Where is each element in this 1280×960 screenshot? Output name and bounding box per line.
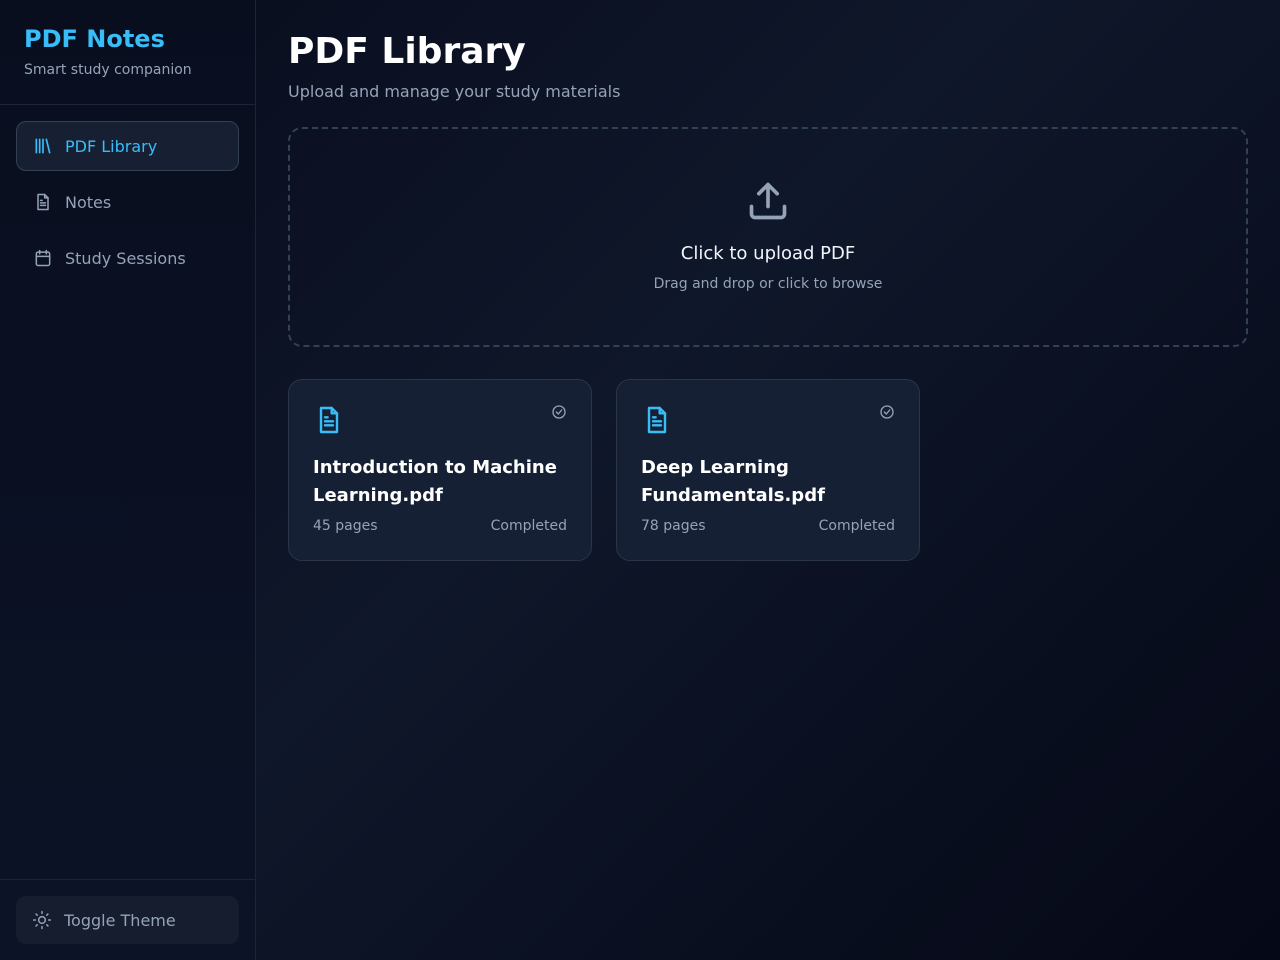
sidebar-item-label: Study Sessions bbox=[65, 248, 186, 268]
brand-title: PDF Notes bbox=[24, 25, 165, 53]
calendar-icon bbox=[33, 248, 53, 268]
sidebar-item-pdf-library[interactable]: PDF Library bbox=[16, 121, 239, 171]
main-content: PDF Library Upload and manage your study… bbox=[288, 0, 1248, 561]
page-subtitle: Upload and manage your study materials bbox=[288, 82, 621, 101]
page-title: PDF Library bbox=[288, 31, 526, 72]
upload-hint: Drag and drop or click to browse bbox=[653, 276, 883, 292]
sidebar-item-label: PDF Library bbox=[65, 136, 158, 156]
upload-title: Click to upload PDF bbox=[680, 243, 856, 264]
sidebar-nav: PDF Library Notes Study Sessions bbox=[0, 105, 255, 305]
sidebar-item-label: Notes bbox=[65, 192, 112, 212]
pdf-file-icon bbox=[641, 404, 673, 436]
brand: PDF Notes Smart study companion bbox=[0, 0, 255, 105]
check-circle-icon bbox=[551, 404, 567, 420]
document-status: Completed bbox=[490, 518, 567, 534]
sidebar-item-notes[interactable]: Notes bbox=[16, 177, 239, 227]
pdf-file-icon bbox=[313, 404, 345, 436]
document-pages: 45 pages bbox=[313, 518, 378, 534]
document-title: Deep Learning Fundamentals.pdf bbox=[641, 457, 825, 506]
check-circle-icon bbox=[879, 404, 895, 420]
sidebar-footer: Toggle Theme bbox=[0, 879, 255, 960]
document-card[interactable]: Deep Learning Fundamentals.pdf 78 pages … bbox=[616, 379, 920, 561]
toggle-theme-button[interactable]: Toggle Theme bbox=[16, 896, 239, 944]
upload-icon bbox=[746, 179, 790, 223]
upload-dropzone[interactable]: Click to upload PDF Drag and drop or cli… bbox=[288, 127, 1248, 347]
document-title: Introduction to Machine Learning.pdf bbox=[313, 457, 557, 506]
document-grid: Introduction to Machine Learning.pdf 45 … bbox=[288, 379, 1248, 561]
document-card[interactable]: Introduction to Machine Learning.pdf 45 … bbox=[288, 379, 592, 561]
sidebar: PDF Notes Smart study companion PDF Libr… bbox=[0, 0, 256, 960]
toggle-theme-label: Toggle Theme bbox=[64, 910, 176, 930]
sun-icon bbox=[32, 910, 52, 930]
document-pages: 78 pages bbox=[641, 518, 706, 534]
brand-subtitle: Smart study companion bbox=[24, 62, 192, 78]
document-meta: 78 pages Completed bbox=[641, 518, 895, 534]
app-root: PDF Notes Smart study companion PDF Libr… bbox=[0, 0, 1280, 960]
file-text-icon bbox=[33, 192, 53, 212]
sidebar-item-study-sessions[interactable]: Study Sessions bbox=[16, 233, 239, 283]
document-status: Completed bbox=[818, 518, 895, 534]
document-meta: 45 pages Completed bbox=[313, 518, 567, 534]
library-icon bbox=[33, 136, 53, 156]
